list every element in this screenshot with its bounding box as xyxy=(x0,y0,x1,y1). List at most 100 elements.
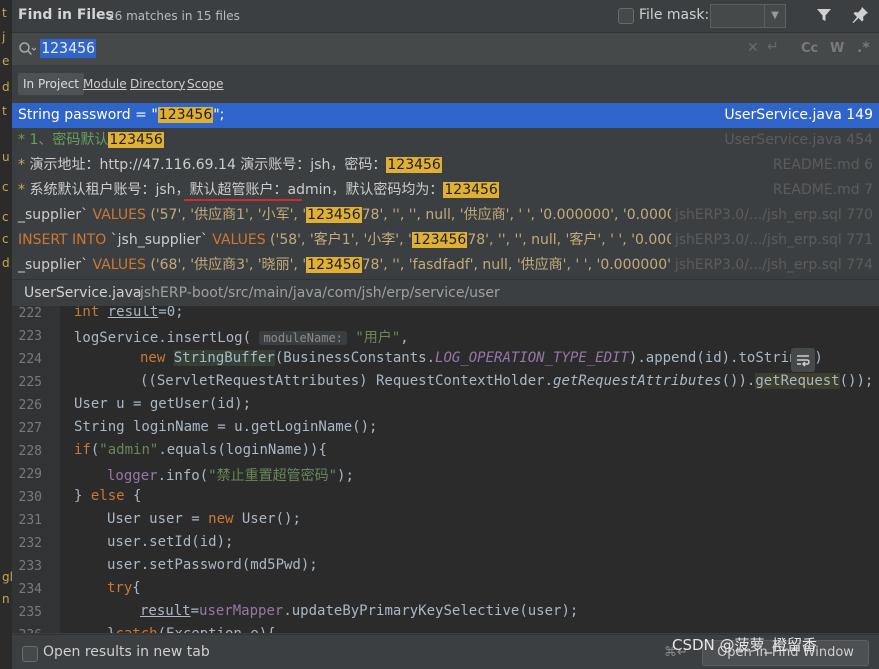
code-token: User(); xyxy=(241,511,301,527)
code-token: User u = getUser(id); xyxy=(74,396,252,412)
result-fragment: VALUES xyxy=(212,232,266,248)
line-gutter: 222 223 224 225 226 227 228 229 230 231 232 233 234 2… xyxy=(12,306,60,633)
pin-icon[interactable] xyxy=(850,5,870,25)
code-token: .updateByPrimaryKeySelective(user); xyxy=(283,603,579,619)
code-token: result xyxy=(107,306,159,320)
tab-scope[interactable]: Scope xyxy=(187,77,224,91)
line-number: 229 xyxy=(18,467,42,482)
code-token: String loginName = u.getLoginName(); xyxy=(74,419,378,435)
match-highlight: 123456 xyxy=(443,182,499,198)
code-token: "禁止重置超管密码" xyxy=(208,468,338,484)
code-token: ((ServletRequestAttributes) RequestConte… xyxy=(140,373,554,389)
code-token: =0; xyxy=(158,306,184,320)
code-token: StringBuffer xyxy=(173,350,275,366)
code-token: .equals(loginName)){ xyxy=(158,442,327,458)
result-text: _supplier` VALUES ('57', '供应商1', '小军', '… xyxy=(18,203,723,228)
result-fragment: ('58', '客户1', '小李', ' xyxy=(265,232,412,248)
editor-strip-char: c xyxy=(2,210,9,224)
editor-strip-char: e xyxy=(2,54,10,68)
editor-strip-char: j xyxy=(2,30,6,44)
editor-strip-char: n xyxy=(2,592,10,606)
result-fragment: 系统默认租户账号：jsh，默认超管账户：admin，默认密码均为： xyxy=(29,182,444,198)
result-fragment: _supplier` xyxy=(18,257,93,273)
dialog-title: Find in Files xyxy=(18,7,114,23)
result-row[interactable]: String password = "123456"; UserService.j… xyxy=(12,103,879,128)
find-in-files-dialog: Find in Files 26 matches in 15 files Fil… xyxy=(12,0,879,669)
match-case-button[interactable]: Cc xyxy=(801,41,818,56)
code-token: ); xyxy=(337,468,354,484)
result-row[interactable]: * 演示地址：http://47.116.69.14 演示账号：jsh，密码：1… xyxy=(12,153,879,178)
file-mask-checkbox[interactable] xyxy=(618,8,634,24)
line-number: 224 xyxy=(18,352,42,367)
line-number: 233 xyxy=(18,559,42,574)
match-highlight: 123456 xyxy=(157,107,214,123)
match-highlight: 123456 xyxy=(108,132,164,148)
code-token: .info( xyxy=(157,468,209,484)
result-file-location: README.md 6 xyxy=(768,153,873,178)
tab-in-project[interactable]: In Project xyxy=(18,73,85,95)
code-token: user.setId(id); xyxy=(107,534,234,550)
result-fragment: * xyxy=(18,182,30,198)
code-token: else xyxy=(90,488,125,504)
dialog-header: Find in Files 26 matches in 15 files Fil… xyxy=(12,0,879,32)
code-token: new xyxy=(140,350,174,366)
result-fragment: INSERT INTO xyxy=(18,232,107,248)
words-button[interactable]: W xyxy=(830,41,844,56)
result-fragment: 78', '', '', null, '供应商', ' ', '0.000000… xyxy=(361,207,724,223)
result-file-location: jshERP3.0/.../jsh_erp.sql 770 xyxy=(670,203,873,228)
file-mask-label: File mask: xyxy=(639,7,710,23)
match-highlight: 123456 xyxy=(306,207,362,223)
result-row[interactable]: _supplier` VALUES ('68', '供应商3', '晓丽', '… xyxy=(12,253,879,278)
line-number: 236 xyxy=(18,628,42,633)
editor-strip-char: d xyxy=(2,256,10,270)
match-highlight: 123456 xyxy=(306,257,362,273)
line-number: 226 xyxy=(18,398,42,413)
result-file-location: UserService.java 149 xyxy=(720,103,873,128)
filter-icon[interactable] xyxy=(814,5,834,25)
result-fragment: 演示地址：http://47.116.69.14 演示账号：jsh，密码： xyxy=(29,157,387,173)
code-line: if("admin".equals(loginName)){ xyxy=(74,442,327,458)
code-token: logService.insertLog( xyxy=(74,330,260,346)
file-mask-input[interactable] xyxy=(710,4,766,28)
line-number: 228 xyxy=(18,444,42,459)
open-in-new-tab-checkbox[interactable] xyxy=(22,646,38,662)
result-fragment: `jsh_supplier` xyxy=(106,232,213,248)
code-token: { xyxy=(132,580,141,596)
result-row[interactable]: * 1、密码默认123456 UserService.java 454 xyxy=(12,128,879,153)
result-row[interactable]: INSERT INTO `jsh_supplier` VALUES ('58',… xyxy=(12,228,879,253)
line-number: 235 xyxy=(18,605,42,620)
clear-icon[interactable]: ✕ xyxy=(747,40,759,56)
result-row[interactable]: * 系统默认租户账号：jsh，默认超管账户：admin，默认密码均为：12345… xyxy=(12,178,879,203)
search-input[interactable]: 123456 xyxy=(40,39,97,58)
newline-icon[interactable]: ↵ xyxy=(767,39,779,55)
code-line: } else { xyxy=(74,488,141,504)
result-fragment: VALUES xyxy=(92,207,146,223)
result-fragment: _supplier` xyxy=(18,207,93,223)
tab-directory[interactable]: Directory xyxy=(130,77,185,91)
reformat-icon[interactable] xyxy=(791,348,815,372)
code-token: try xyxy=(107,580,133,596)
file-mask-dropdown-icon[interactable]: ▼ xyxy=(764,4,786,28)
editor-strip-char: d xyxy=(2,80,10,94)
code-preview[interactable]: 222 223 224 225 226 227 228 229 230 231 232 233 234 2… xyxy=(12,306,879,633)
line-number: 225 xyxy=(18,375,42,390)
code-token: , xyxy=(400,330,409,346)
code-line: logger.info("禁止重置超管密码"); xyxy=(107,465,354,485)
code-token: getRequestAttributes xyxy=(553,373,722,389)
code-token: "用户" xyxy=(346,330,401,346)
tab-module[interactable]: Module xyxy=(83,77,127,91)
result-file-location: UserService.java 454 xyxy=(720,128,873,153)
result-fragment: "; xyxy=(213,107,225,123)
match-highlight: 123456 xyxy=(386,157,442,173)
result-file-location: jshERP3.0/.../jsh_erp.sql 774 xyxy=(670,253,873,278)
regex-button[interactable]: .* xyxy=(857,40,870,56)
search-icon[interactable] xyxy=(18,41,36,57)
code-token: User user = xyxy=(107,511,209,527)
code-token: user.setPassword(md5Pwd); xyxy=(107,557,318,573)
code-token: ()); xyxy=(839,373,874,389)
code-token: int xyxy=(74,306,108,320)
editor-strip-char: t xyxy=(2,104,7,118)
result-row[interactable]: _supplier` VALUES ('57', '供应商1', '小军', '… xyxy=(12,203,879,228)
red-underline-annotation xyxy=(184,199,302,201)
code-token: = xyxy=(190,603,200,619)
